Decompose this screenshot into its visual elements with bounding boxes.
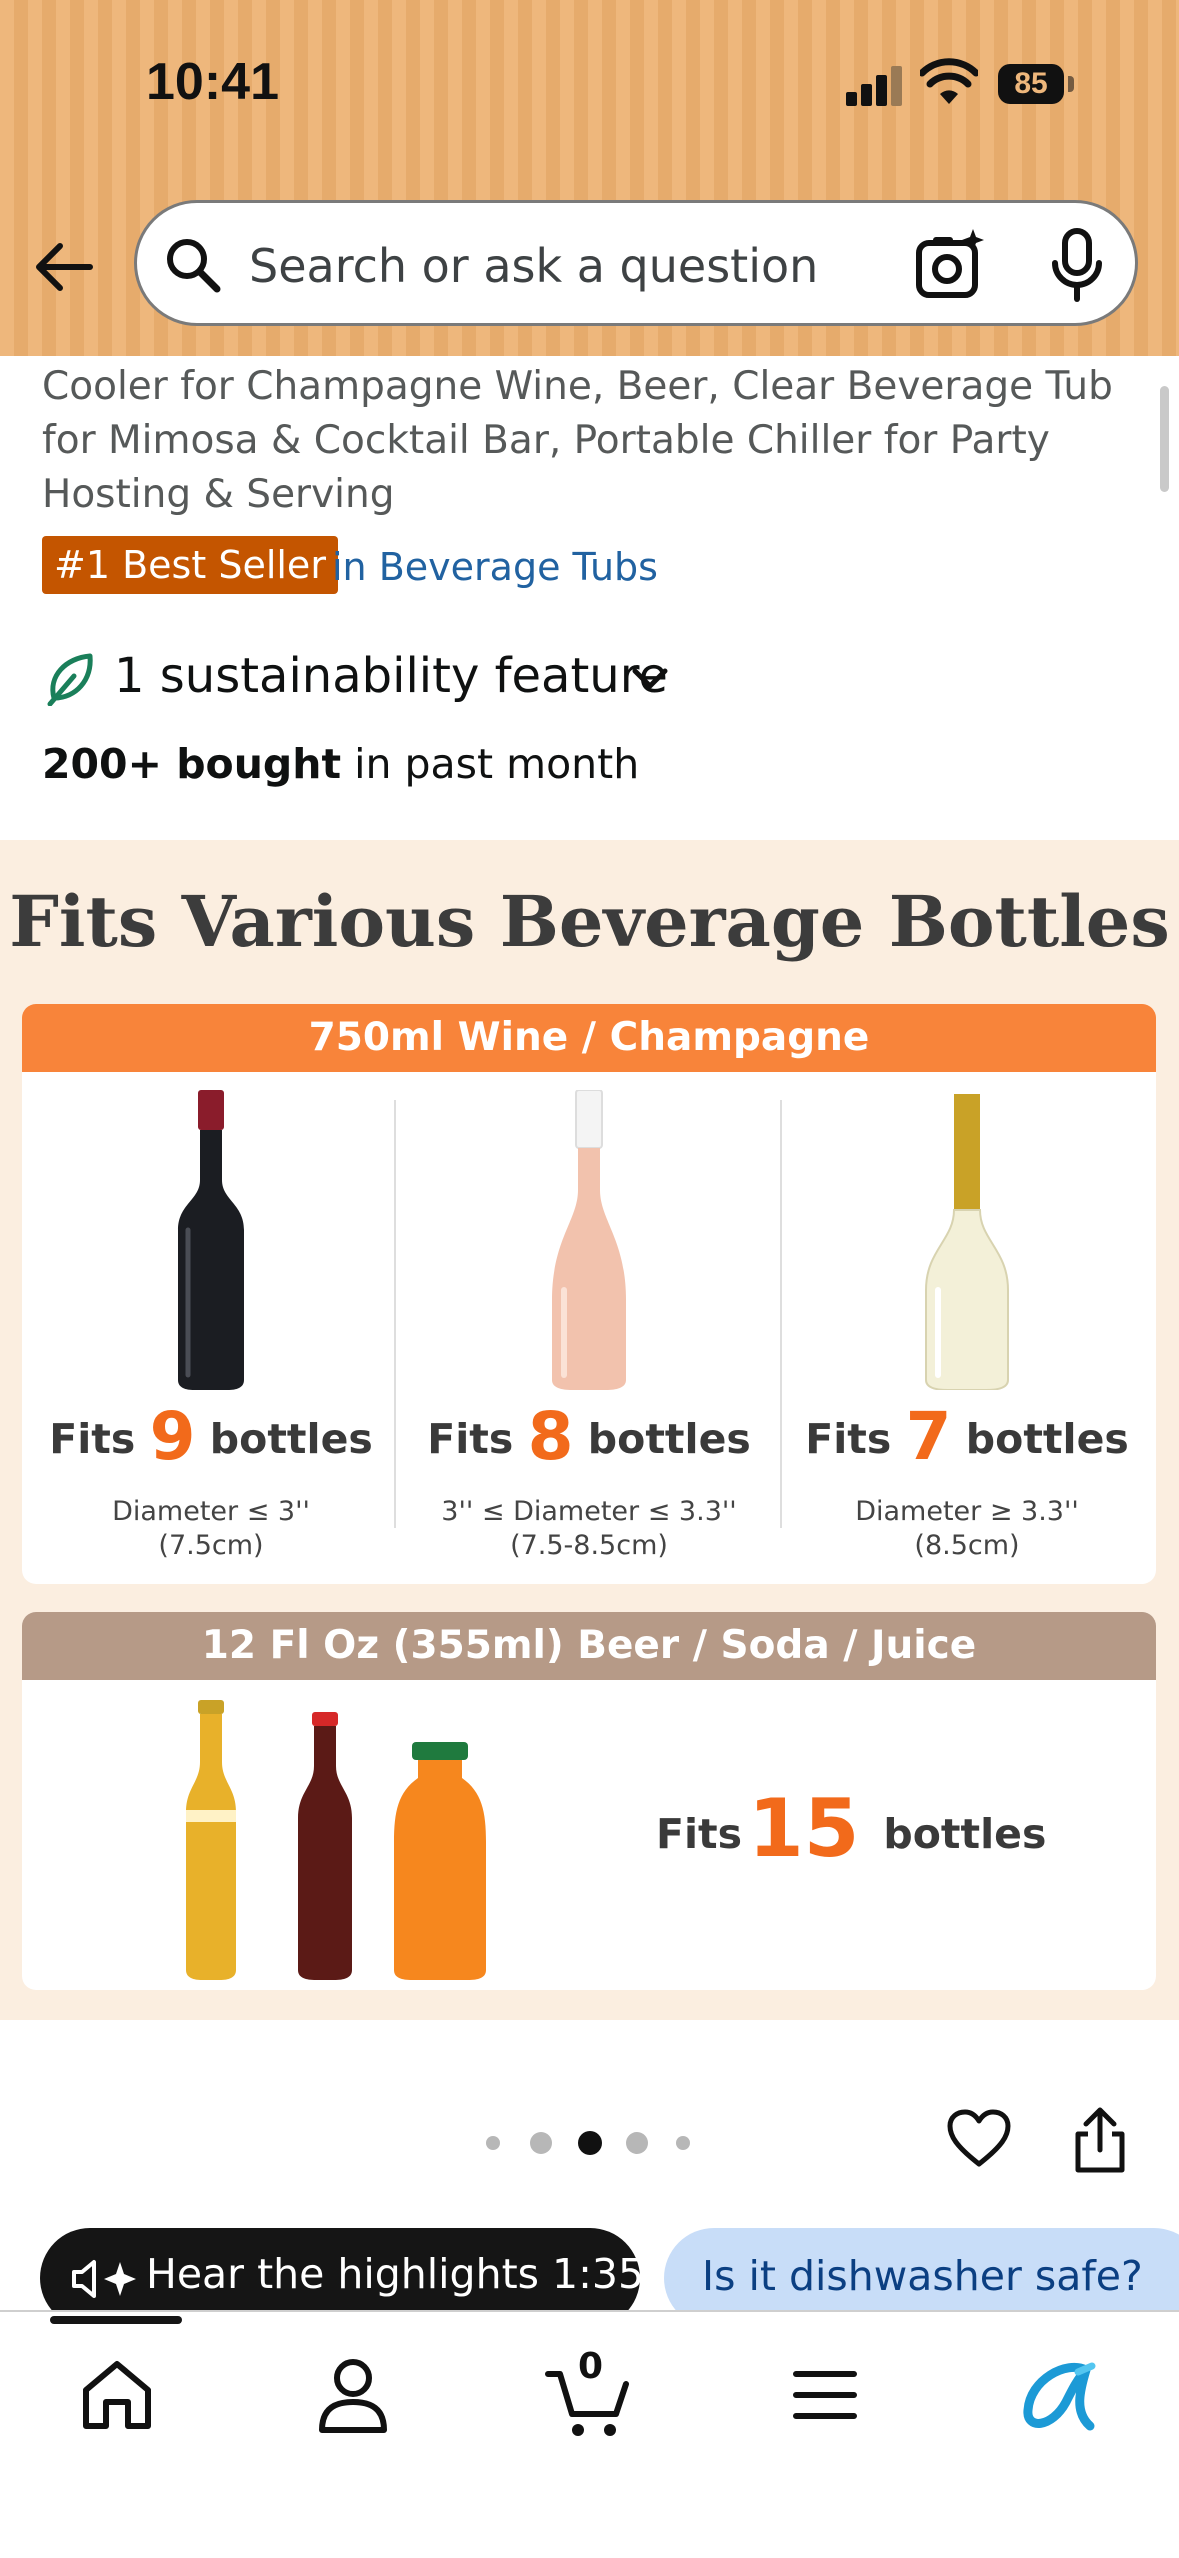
battery-indicator: 85 <box>998 64 1064 104</box>
sustainability-toggle[interactable]: 1 sustainability feature <box>114 648 668 704</box>
carousel-dot-active[interactable] <box>578 2131 602 2155</box>
bought-in-past-month: 200+ bought in past month <box>42 740 639 788</box>
wine-column-3: Fits 7 bottles Diameter ≥ 3.3'' (8.5cm) <box>778 1072 1156 1584</box>
ask-question-label: Is it dishwasher safe? <box>702 2252 1143 2300</box>
status-time: 10:41 <box>146 53 279 111</box>
back-arrow-icon[interactable] <box>30 232 100 302</box>
beer-soda-juice-bottles-image <box>186 1700 486 1980</box>
wine-diameter-2: 3'' ≤ Diameter ≤ 3.3'' <box>441 1496 737 1527</box>
microphone-icon[interactable] <box>1047 227 1107 305</box>
hear-highlights-label: Hear the highlights 1:35 <box>146 2250 645 2298</box>
wine-diameter-3: Diameter ≥ 3.3'' <box>855 1496 1079 1527</box>
bottom-navigation: 0 <box>0 2310 1179 2558</box>
product-image-infographic[interactable]: Fits Various Beverage Bottles 750ml Wine… <box>0 840 1179 2020</box>
carousel-dot[interactable] <box>626 2132 648 2154</box>
cellular-signal-icon <box>846 62 902 106</box>
wine-fits-3: Fits 7 bottles <box>805 1398 1129 1475</box>
speaker-sparkle-icon <box>72 2260 136 2298</box>
bought-suffix: in past month <box>341 740 640 788</box>
wine-card-header: 750ml Wine / Champagne <box>22 1004 1156 1072</box>
battery-tip <box>1068 76 1074 92</box>
wine-fits-1: Fits 9 bottles <box>49 1398 373 1475</box>
beer-fits: Fits15 bottles <box>656 1782 1047 1875</box>
menu-icon[interactable] <box>780 2350 870 2440</box>
wifi-icon <box>920 58 978 104</box>
wine-column-2: Fits 8 bottles 3'' ≤ Diameter ≤ 3.3'' (7… <box>400 1072 778 1584</box>
search-input[interactable]: Search or ask a question <box>249 239 818 293</box>
share-icon[interactable] <box>1070 2106 1130 2174</box>
red-wine-bottle-image <box>178 1090 244 1390</box>
carousel-dot[interactable] <box>676 2136 690 2150</box>
beer-capacity-card: 12 Fl Oz (355ml) Beer / Soda / Juice Fit… <box>22 1612 1156 1990</box>
wine-fits-2: Fits 8 bottles <box>427 1398 751 1475</box>
rose-wine-bottle-image <box>552 1090 626 1390</box>
home-icon[interactable] <box>72 2350 162 2440</box>
wine-metric-3: (8.5cm) <box>914 1530 1020 1561</box>
column-divider <box>394 1100 396 1528</box>
top-header: 10:41 85 Search or ask a question <box>0 0 1179 356</box>
search-icon <box>167 239 221 293</box>
cart-count: 0 <box>578 2346 604 2387</box>
wine-metric-1: (7.5cm) <box>158 1530 264 1561</box>
infographic-title: Fits Various Beverage Bottles <box>9 880 1170 963</box>
beer-card-header: 12 Fl Oz (355ml) Beer / Soda / Juice <box>22 1612 1156 1680</box>
bought-count: 200+ bought <box>42 740 342 788</box>
search-bar[interactable]: Search or ask a question <box>134 200 1138 326</box>
wine-capacity-card: 750ml Wine / Champagne Fits 9 bottles Di… <box>22 1004 1156 1584</box>
rufus-icon[interactable] <box>1016 2350 1106 2440</box>
product-title[interactable]: Cooler for Champagne Wine, Beer, Clear B… <box>42 360 1142 522</box>
carousel-dot[interactable] <box>530 2132 552 2154</box>
wine-metric-2: (7.5-8.5cm) <box>510 1530 668 1561</box>
camera-search-icon[interactable] <box>913 227 989 303</box>
champagne-bottle-image <box>925 1094 1009 1390</box>
scrollbar[interactable] <box>1160 386 1169 492</box>
sustainability-leaf-icon <box>47 653 93 706</box>
cart-button[interactable]: 0 <box>544 2346 634 2440</box>
wine-diameter-1: Diameter ≤ 3'' <box>112 1496 310 1527</box>
chevron-down-icon[interactable] <box>630 664 670 694</box>
heart-icon[interactable] <box>946 2108 1012 2170</box>
best-seller-badge: #1 Best Seller <box>42 536 338 594</box>
home-active-indicator <box>50 2316 182 2324</box>
wine-column-1: Fits 9 bottles Diameter ≤ 3'' (7.5cm) <box>22 1072 400 1584</box>
account-icon[interactable] <box>308 2350 398 2440</box>
carousel-dot[interactable] <box>486 2136 500 2150</box>
image-carousel-dots[interactable] <box>480 2128 700 2158</box>
best-seller-category-link[interactable]: in Beverage Tubs <box>332 538 658 596</box>
